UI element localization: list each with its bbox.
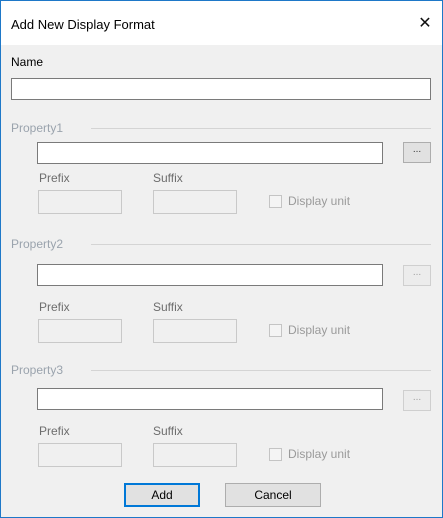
dialog-title: Add New Display Format bbox=[11, 17, 155, 32]
group-title-property1: Property1 bbox=[11, 121, 68, 135]
name-input[interactable] bbox=[11, 78, 431, 100]
add-button[interactable]: Add bbox=[124, 483, 200, 507]
add-display-format-dialog: Add New Display Format ✕ Name Property1 … bbox=[0, 0, 443, 518]
property1-suffix-input[interactable] bbox=[153, 190, 237, 214]
property3-display-unit-checkbox[interactable] bbox=[269, 448, 282, 461]
property1-prefix-input[interactable] bbox=[38, 190, 122, 214]
name-label: Name bbox=[11, 55, 44, 69]
property3-display-unit-label: Display unit bbox=[288, 447, 351, 461]
group-title-property3: Property3 bbox=[11, 363, 68, 377]
property3-browse-button[interactable]: ... bbox=[403, 390, 431, 411]
property3-prefix-label: Prefix bbox=[39, 424, 70, 438]
property3-prefix-input[interactable] bbox=[38, 443, 122, 467]
property2-display-unit-checkbox[interactable] bbox=[269, 324, 282, 337]
group-divider-property1 bbox=[91, 128, 431, 129]
property1-display-unit-checkbox[interactable] bbox=[269, 195, 282, 208]
close-icon[interactable]: ✕ bbox=[414, 13, 436, 35]
property2-browse-button[interactable]: ... bbox=[403, 265, 431, 286]
title-bar: Add New Display Format ✕ bbox=[1, 1, 442, 45]
property1-prefix-label: Prefix bbox=[39, 171, 70, 185]
property3-input[interactable] bbox=[37, 388, 383, 410]
property2-suffix-input[interactable] bbox=[153, 319, 237, 343]
property1-display-unit-label: Display unit bbox=[288, 194, 351, 208]
property2-display-unit-label: Display unit bbox=[288, 323, 351, 337]
property3-suffix-label: Suffix bbox=[153, 424, 183, 438]
property2-prefix-input[interactable] bbox=[38, 319, 122, 343]
group-divider-property3 bbox=[91, 370, 431, 371]
property2-suffix-label: Suffix bbox=[153, 300, 183, 314]
group-divider-property2 bbox=[91, 244, 431, 245]
property1-suffix-label: Suffix bbox=[153, 171, 183, 185]
property2-input[interactable] bbox=[37, 264, 383, 286]
property2-prefix-label: Prefix bbox=[39, 300, 70, 314]
cancel-button[interactable]: Cancel bbox=[225, 483, 321, 507]
property3-suffix-input[interactable] bbox=[153, 443, 237, 467]
property1-browse-button[interactable]: ... bbox=[403, 142, 431, 163]
property1-input[interactable] bbox=[37, 142, 383, 164]
group-title-property2: Property2 bbox=[11, 237, 68, 251]
